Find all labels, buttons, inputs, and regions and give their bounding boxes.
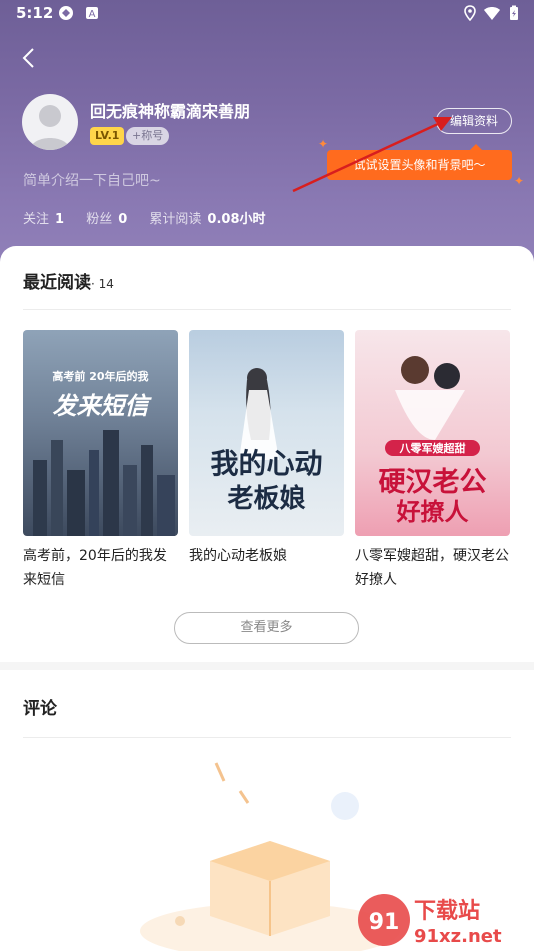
battery-icon	[510, 5, 518, 20]
svg-text:下载站: 下载站	[414, 898, 480, 924]
stat-label: 粉丝	[86, 212, 113, 227]
level-badge: LV.1	[90, 127, 125, 145]
avatar-tip-tooltip: 试试设置头像和背景吧～	[327, 144, 512, 180]
content-card: 最近阅读· 14 高考前 20年后的我 发来短信 高考前，20年后的我发来短信 …	[0, 246, 534, 951]
sparkle-icon: ✦	[318, 137, 329, 151]
stat-label: 关注	[23, 212, 50, 227]
stat-value: 1	[55, 212, 65, 227]
cover-text: 我的心动	[210, 447, 323, 480]
status-bar: 5:12 A	[0, 0, 534, 28]
default-avatar-icon	[30, 105, 70, 150]
cover-text: 八零军嫂超甜	[385, 440, 480, 456]
book-title: 我的心动老板娘	[189, 548, 287, 564]
svg-text:91xz.net: 91xz.net	[414, 926, 502, 947]
status-time: 5:12	[16, 4, 54, 22]
cover-text: 好撩人	[396, 498, 469, 526]
city-skyline-icon	[33, 430, 175, 536]
book-cover: 高考前 20年后的我 发来短信	[23, 330, 178, 536]
book-cover: 八零军嫂超甜 硬汉老公 好撩人	[355, 330, 510, 536]
recent-reading-label: 最近阅读	[23, 273, 91, 293]
cover-text: 老板娘	[227, 484, 306, 514]
divider	[23, 309, 511, 310]
stat-value: 0	[118, 212, 128, 227]
profile-stats: 关注 1 粉丝 0 累计阅读 0.08小时	[23, 208, 284, 227]
username: 回无痕神称霸滴宋善朋	[90, 102, 251, 121]
section-gap	[0, 662, 534, 670]
wifi-icon	[484, 7, 500, 20]
back-icon[interactable]	[18, 46, 42, 70]
recent-reading-count: · 14	[91, 277, 114, 291]
divider	[23, 737, 511, 738]
book-item[interactable]: 我的心动 老板娘 我的心动老板娘	[189, 330, 344, 568]
profile-intro: 简单介绍一下自己吧~	[23, 173, 161, 189]
avatar[interactable]	[22, 94, 78, 150]
add-title-button[interactable]: +称号	[126, 127, 170, 145]
location-icon	[464, 5, 476, 21]
recent-reading-title: 最近阅读· 14	[23, 268, 114, 293]
book-cover: 我的心动 老板娘	[189, 330, 344, 536]
svg-text:91: 91	[369, 910, 400, 935]
book-item[interactable]: 高考前 20年后的我 发来短信 高考前，20年后的我发来短信	[23, 330, 178, 592]
book-title: 高考前，20年后的我发来短信	[23, 548, 167, 588]
stat-label: 累计阅读	[149, 212, 202, 227]
app-notification-icon	[59, 6, 73, 20]
svg-text:A: A	[89, 9, 96, 20]
watermark-logo: 91 下载站 91xz.net	[358, 894, 502, 947]
edit-profile-button[interactable]: 编辑资料	[436, 108, 512, 134]
stat-value: 0.08小时	[207, 212, 266, 227]
cover-text: 高考前 20年后的我	[52, 370, 149, 383]
app-a-icon: A	[86, 7, 98, 20]
cover-text: 发来短信	[52, 392, 149, 420]
book-title: 八零军嫂超甜，硬汉老公好撩人	[355, 548, 509, 588]
comments-title: 评论	[23, 699, 57, 719]
sparkle-icon: ✦	[514, 174, 525, 188]
book-item[interactable]: 八零军嫂超甜 硬汉老公 好撩人 八零军嫂超甜，硬汉老公好撩人	[355, 330, 510, 592]
view-more-button[interactable]: 查看更多	[174, 612, 359, 644]
